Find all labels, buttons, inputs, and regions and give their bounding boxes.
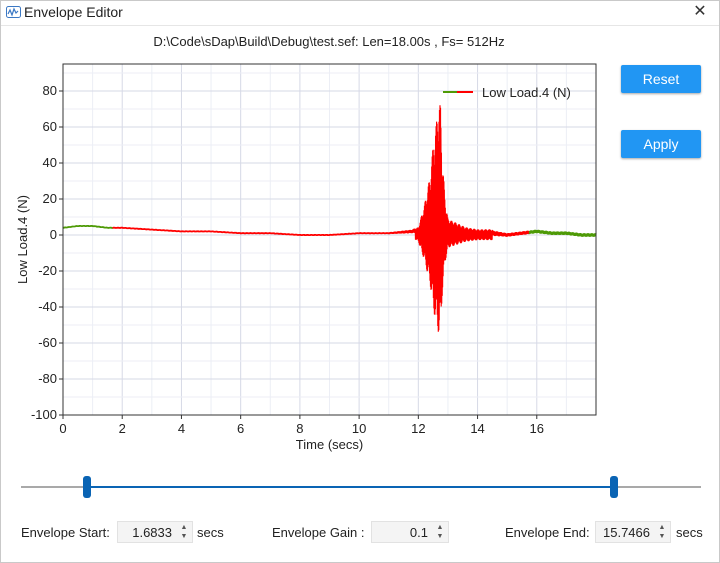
x-tick-label: 10 [352,421,366,436]
x-axis-ticks: 0 2 4 6 8 10 12 14 16 [59,415,544,436]
x-tick-label: 14 [470,421,484,436]
x-tick-label: 8 [296,421,303,436]
envelope-start-spinner[interactable]: 1.6833 ▲ ▼ [117,521,193,543]
y-tick-label: -20 [38,263,57,278]
y-axis-label: Low Load.4 (N) [15,195,30,284]
spinner-arrows-icon[interactable]: ▲ ▼ [658,523,666,541]
app-envelope-icon [6,6,21,18]
title-bar: Envelope Editor ✕ [1,1,719,26]
y-tick-label: 0 [50,227,57,242]
apply-button[interactable]: Apply [621,130,701,158]
x-tick-label: 4 [178,421,185,436]
y-tick-label: 60 [43,119,57,134]
slider-thumb-start[interactable] [83,476,91,498]
envelope-gain-spinner[interactable]: 0.1 ▲ ▼ [371,521,449,543]
envelope-range-slider[interactable] [1,473,720,503]
envelope-start-value: 1.6833 [132,525,172,540]
x-tick-label: 2 [119,421,126,436]
y-tick-label: -80 [38,371,57,386]
y-tick-label: -100 [31,407,57,422]
envelope-end-unit: secs [676,525,703,540]
y-tick-label: 80 [43,83,57,98]
file-info-text: D:\Code\sDap\Build\Debug\test.sef: Len=1… [153,34,505,49]
envelope-end-label: Envelope End: [505,525,590,540]
y-tick-label: 40 [43,155,57,170]
x-tick-label: 16 [530,421,544,436]
envelope-end-spinner[interactable]: 15.7466 ▲ ▼ [595,521,671,543]
legend-entry: Low Load.4 (N) [482,85,571,100]
y-tick-label: -40 [38,299,57,314]
envelope-start-unit: secs [197,525,224,540]
slider-thumb-end[interactable] [610,476,618,498]
window-title: Envelope Editor [24,4,123,20]
x-tick-label: 12 [411,421,425,436]
envelope-start-label: Envelope Start: [21,525,110,540]
envelope-chart: 0 2 4 6 8 10 12 14 16 -100-80-60-40-20020406080 … [15,63,597,452]
reset-button[interactable]: Reset [621,65,701,93]
envelope-end-value: 15.7466 [603,525,650,540]
spinner-arrows-icon[interactable]: ▲ ▼ [436,523,444,541]
x-axis-label: Time (secs) [296,437,363,452]
close-icon[interactable]: ✕ [689,2,711,22]
y-tick-label: -60 [38,335,57,350]
x-tick-label: 0 [59,421,66,436]
y-tick-label: 20 [43,191,57,206]
envelope-gain-label: Envelope Gain : [272,525,365,540]
spinner-arrows-icon[interactable]: ▲ ▼ [180,523,188,541]
chart-grid [62,64,597,416]
envelope-gain-value: 0.1 [409,525,428,540]
x-tick-label: 6 [237,421,244,436]
envelope-editor-window: Envelope Editor ✕ D:\Code\sDap\Build\Deb… [0,0,720,563]
y-axis-ticks: -100 -80 -60 -40 -20 0 20 40 60 80 [31,83,63,422]
